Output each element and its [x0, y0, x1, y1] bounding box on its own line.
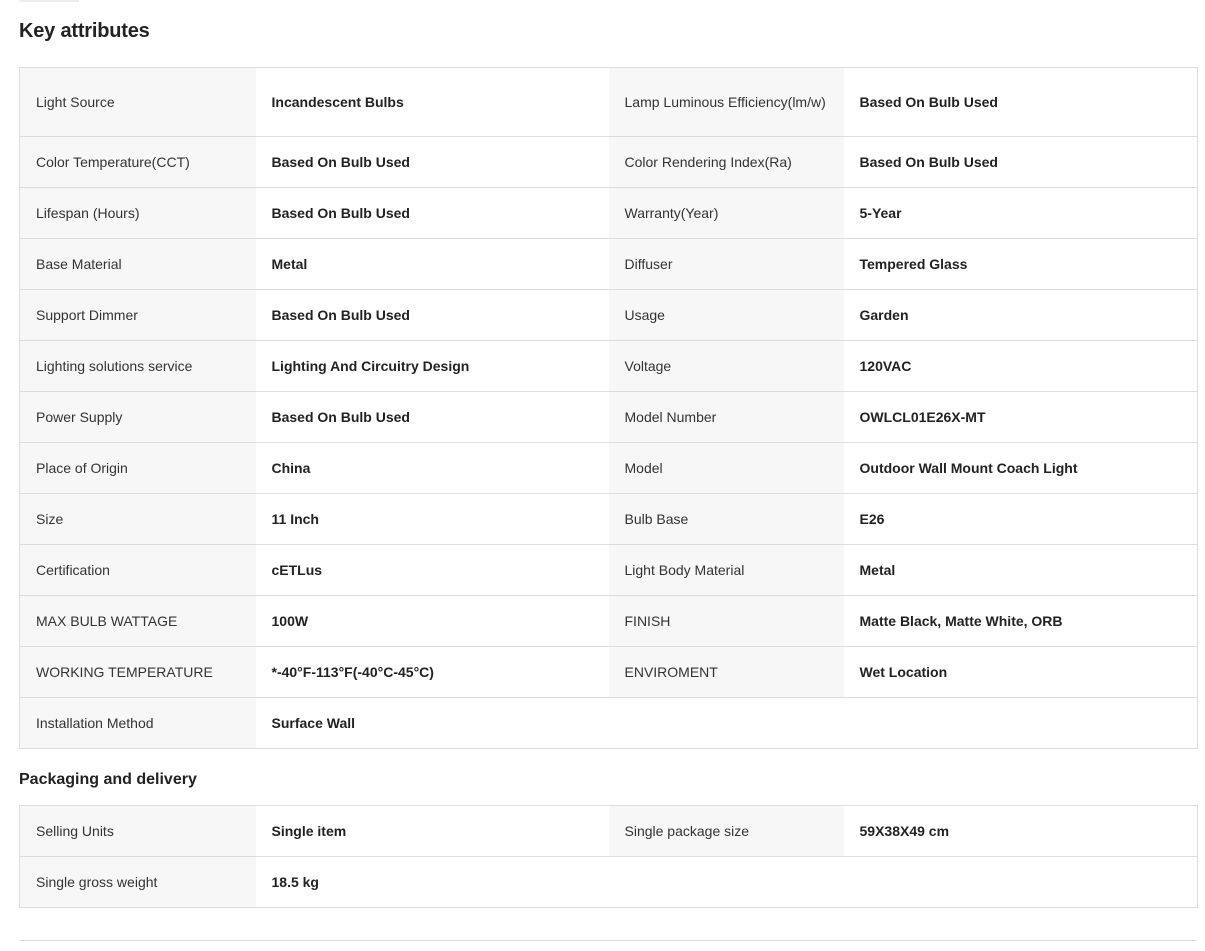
table-row: Color Temperature(CCT) Based On Bulb Use… [19, 136, 1198, 188]
attribute-value: Based On Bulb Used [255, 187, 609, 239]
attribute-name: Installation Method [19, 697, 256, 749]
attribute-value: Single item [255, 805, 609, 857]
table-row: Base Material Metal Diffuser Tempered Gl… [19, 238, 1198, 290]
table-row: Lighting solutions service Lighting And … [19, 340, 1198, 392]
attribute-value: Based On Bulb Used [255, 391, 609, 443]
attribute-name: Model Number [608, 391, 844, 443]
packaging-table: Selling Units Single item Single package… [19, 805, 1198, 908]
attribute-value: Incandescent Bulbs [255, 67, 609, 137]
attribute-name: Lamp Luminous Efficiency(lm/w) [608, 67, 844, 137]
attribute-name: Light Body Material [608, 544, 844, 596]
key-attributes-title: Key attributes [19, 20, 150, 42]
bottom-divider [19, 940, 1197, 941]
table-row: Installation Method Surface Wall [19, 697, 1198, 749]
attribute-value: Metal [255, 238, 609, 290]
attribute-value: E26 [843, 493, 1198, 545]
attribute-value: 5-Year [843, 187, 1198, 239]
top-divider [19, 0, 79, 2]
packaging-title: Packaging and delivery [19, 771, 197, 788]
attribute-name: Selling Units [19, 805, 256, 857]
attribute-value: cETLus [255, 544, 609, 596]
table-row: WORKING TEMPERATURE *-40°F-113°F(-40°C-4… [19, 646, 1198, 698]
attribute-name: Light Source [19, 67, 256, 137]
empty-cell [608, 697, 1198, 749]
attribute-value: OWLCL01E26X-MT [843, 391, 1198, 443]
attribute-name: Power Supply [19, 391, 256, 443]
attribute-value: Metal [843, 544, 1198, 596]
attribute-name: Certification [19, 544, 256, 596]
attribute-name: Usage [608, 289, 844, 341]
attribute-value: Based On Bulb Used [843, 67, 1198, 137]
attribute-value: Based On Bulb Used [255, 136, 609, 188]
attribute-name: Size [19, 493, 256, 545]
table-row: Selling Units Single item Single package… [19, 805, 1198, 857]
attribute-value: Tempered Glass [843, 238, 1198, 290]
attribute-value: Based On Bulb Used [843, 136, 1198, 188]
attribute-name: Diffuser [608, 238, 844, 290]
attribute-name: Warranty(Year) [608, 187, 844, 239]
attribute-value: Surface Wall [255, 697, 609, 749]
key-attributes-table: Light Source Incandescent Bulbs Lamp Lum… [19, 67, 1198, 749]
attribute-name: Base Material [19, 238, 256, 290]
attribute-name: Single gross weight [19, 856, 256, 908]
attribute-value: 11 Inch [255, 493, 609, 545]
attribute-value: 120VAC [843, 340, 1198, 392]
table-row: Power Supply Based On Bulb Used Model Nu… [19, 391, 1198, 443]
attribute-value: 100W [255, 595, 609, 647]
attribute-name: Single package size [608, 805, 844, 857]
attribute-name: Bulb Base [608, 493, 844, 545]
table-row: MAX BULB WATTAGE 100W FINISH Matte Black… [19, 595, 1198, 647]
table-row: Size 11 Inch Bulb Base E26 [19, 493, 1198, 545]
table-row: Certification cETLus Light Body Material… [19, 544, 1198, 596]
attribute-value: Garden [843, 289, 1198, 341]
attribute-value: Lighting And Circuitry Design [255, 340, 609, 392]
attribute-value: Outdoor Wall Mount Coach Light [843, 442, 1198, 494]
attribute-value: 18.5 kg [255, 856, 609, 908]
table-row: Place of Origin China Model Outdoor Wall… [19, 442, 1198, 494]
attribute-value: Matte Black, Matte White, ORB [843, 595, 1198, 647]
table-row: Light Source Incandescent Bulbs Lamp Lum… [19, 67, 1198, 137]
attribute-name: Support Dimmer [19, 289, 256, 341]
table-row: Single gross weight 18.5 kg [19, 856, 1198, 908]
table-row: Support Dimmer Based On Bulb Used Usage … [19, 289, 1198, 341]
empty-cell [608, 856, 1198, 908]
attribute-name: ENVIROMENT [608, 646, 844, 698]
attribute-name: Lifespan (Hours) [19, 187, 256, 239]
attribute-name: Color Temperature(CCT) [19, 136, 256, 188]
attribute-name: Lighting solutions service [19, 340, 256, 392]
attribute-value: Wet Location [843, 646, 1198, 698]
table-row: Lifespan (Hours) Based On Bulb Used Warr… [19, 187, 1198, 239]
attribute-value: *-40°F-113°F(-40°C-45°C) [255, 646, 609, 698]
attribute-value: 59X38X49 cm [843, 805, 1198, 857]
attribute-name: Color Rendering Index(Ra) [608, 136, 844, 188]
attribute-name: Place of Origin [19, 442, 256, 494]
attribute-value: China [255, 442, 609, 494]
attribute-name: Voltage [608, 340, 844, 392]
attribute-name: MAX BULB WATTAGE [19, 595, 256, 647]
attribute-name: Model [608, 442, 844, 494]
attribute-name: FINISH [608, 595, 844, 647]
attribute-name: WORKING TEMPERATURE [19, 646, 256, 698]
attribute-value: Based On Bulb Used [255, 289, 609, 341]
